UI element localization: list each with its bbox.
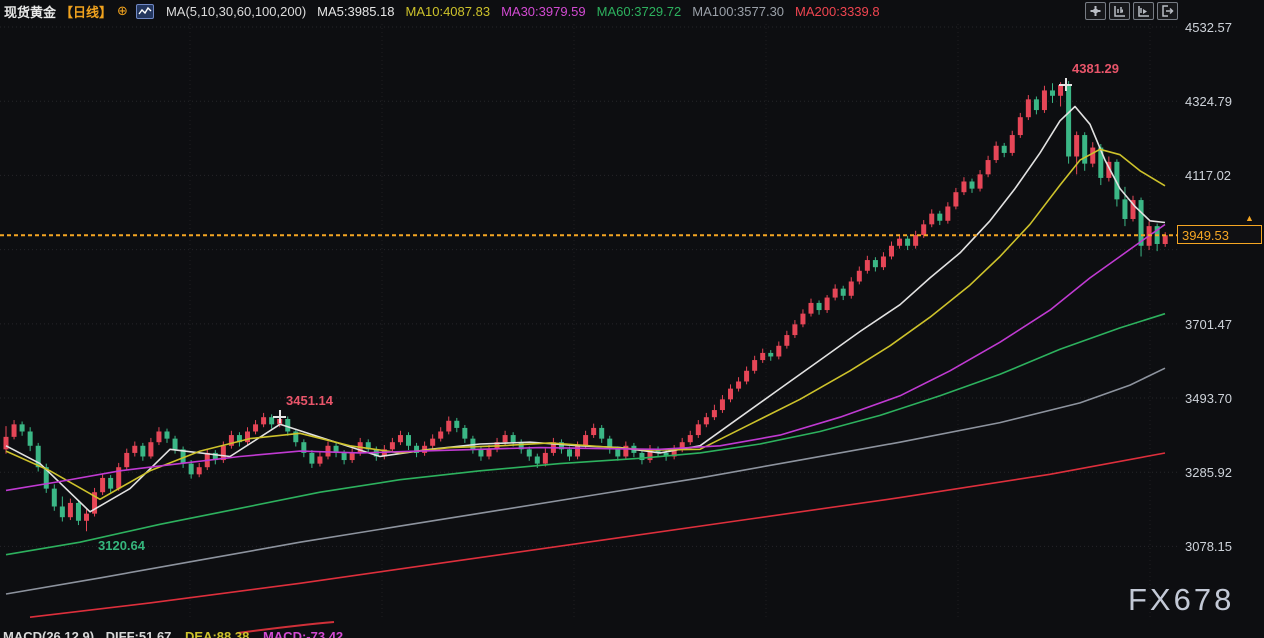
- chart-header: 现货黄金 【日线】 ⊕ MA(5,10,30,60,100,200) MA5:3…: [0, 0, 1264, 22]
- ma100-value: MA100:3577.30: [692, 4, 784, 19]
- macd-params: MACD(26,12,9): [3, 629, 94, 638]
- axis-price-label: 3493.70: [1185, 391, 1232, 406]
- macd-dea-value: DEA:88.38: [185, 629, 249, 638]
- add-indicator-icon[interactable]: ⊕: [117, 3, 128, 19]
- axis-price-label: 4117.02: [1185, 168, 1231, 183]
- macd-macd-value: MACD:-73.42: [263, 629, 343, 638]
- symbol-title: 现货黄金: [4, 2, 56, 21]
- indicator-chart-icon[interactable]: [136, 4, 154, 19]
- ma10-value: MA10:4087.83: [406, 4, 491, 19]
- ma30-value: MA30:3979.59: [501, 4, 586, 19]
- trading-chart-window: 现货黄金 【日线】 ⊕ MA(5,10,30,60,100,200) MA5:3…: [0, 0, 1264, 638]
- ma-group-label: MA(5,10,30,60,100,200): [166, 4, 306, 19]
- price-up-arrow-icon: ▲: [1245, 214, 1254, 223]
- current-price-tag: 3949.53: [1177, 225, 1262, 244]
- low-price-annotation: 3120.64: [98, 538, 145, 553]
- swing-high-marker-icon: [273, 410, 286, 423]
- peak-price-annotation: 4381.29: [1072, 61, 1119, 76]
- swing-high-annotation: 3451.14: [286, 393, 333, 408]
- price-axis[interactable]: 4532.57 4324.79 4117.02 3701.47 3493.70 3285.…: [1178, 0, 1264, 638]
- current-price-value: 3949.53: [1182, 228, 1229, 243]
- axis-price-label: 3078.15: [1185, 539, 1232, 554]
- ma60-value: MA60:3729.72: [597, 4, 682, 19]
- axis-price-label: 4532.57: [1185, 20, 1232, 35]
- ma5-value: MA5:3985.18: [317, 4, 394, 19]
- macd-status-row: MACD(26,12,9) DIFF:51.67 DEA:88.38 MACD:…: [3, 629, 343, 638]
- axis-price-label: 3285.92: [1185, 465, 1232, 480]
- axis-price-label: 4324.79: [1185, 94, 1232, 109]
- interval-label: 【日线】: [60, 2, 112, 21]
- macd-diff-value: DIFF:51.67: [106, 629, 172, 638]
- candlestick-plot[interactable]: [0, 0, 1264, 638]
- axis-price-label: 3701.47: [1185, 317, 1232, 332]
- peak-marker-icon: [1059, 78, 1072, 91]
- ma200-value: MA200:3339.8: [795, 4, 880, 19]
- fx678-watermark: FX678: [1128, 582, 1234, 618]
- macd-pane-clipped: MACD(26,12,9) DIFF:51.67 DEA:88.38 MACD:…: [0, 620, 1264, 638]
